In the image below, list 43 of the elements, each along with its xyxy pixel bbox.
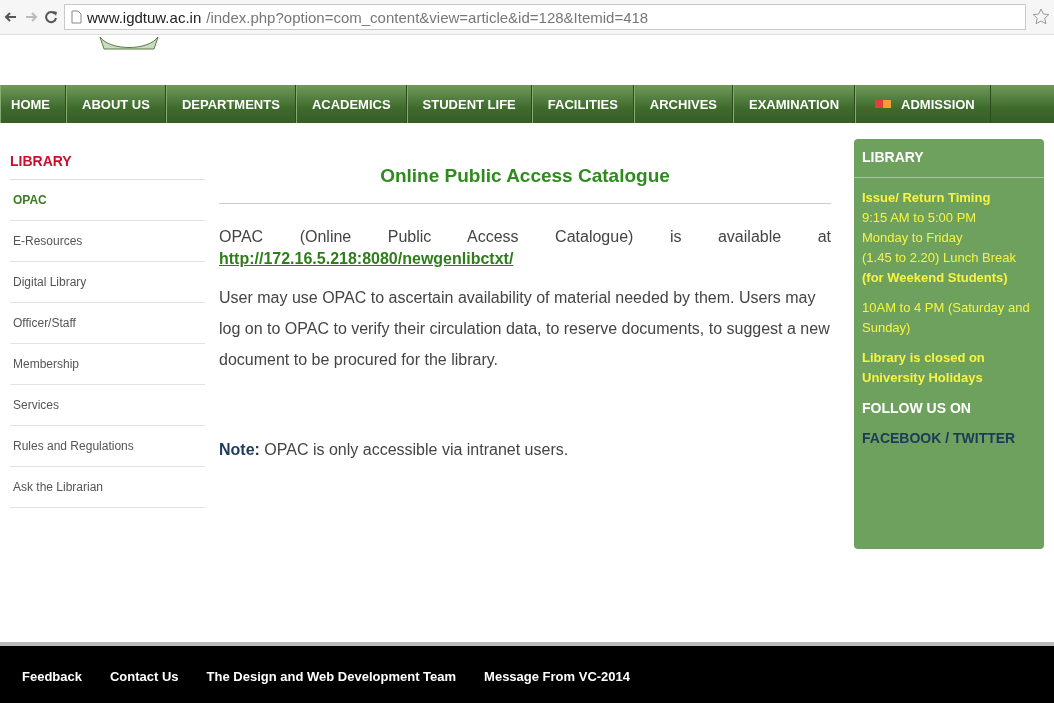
panel-text: 10AM to 4 PM (Saturday and Sunday) (862, 299, 1031, 337)
footer-link[interactable]: Contact Us (110, 669, 179, 684)
panel-text: (for Weekend Students) (862, 269, 1009, 287)
back-icon[interactable] (4, 10, 18, 24)
panel-text: (1.45 to 2.20) Lunch Break (862, 249, 1017, 267)
sidebar-link[interactable]: Digital Library (10, 262, 205, 303)
description-text: User may use OPAC to ascertain availability of material needed by them. Users may log on to OPAC to verify their circulation data, to reserve documents, to suggest a new document to be procured for the library. (219, 288, 831, 370)
sidebar-link[interactable]: Ask the Librarian (10, 467, 205, 508)
emblem-icon (98, 35, 160, 51)
availability-text: OPAC (Online Public Access Catalogue) is available at http://172.16.5.218:8080/newgenlibctxt/ (219, 227, 831, 269)
sidebar-link[interactable]: E-Resources (10, 221, 205, 262)
nav-link[interactable]: STUDENT LIFE (406, 85, 532, 123)
opac-link[interactable]: http://172.16.5.218:8080/newgenlibctxt/ (219, 250, 514, 267)
panel-text: FOLLOW US ON (862, 399, 972, 418)
address-field[interactable]: www.igdtuw.ac.in /index.php?option=com_content&view=article&id=128&Itemid=418 (64, 4, 1026, 30)
article-title: Online Public Access Catalogue (219, 165, 831, 204)
footer-link[interactable]: Message From VC-2014 (484, 669, 631, 684)
page-icon (71, 10, 82, 24)
nav-link[interactable]: FACILITIES (531, 85, 634, 123)
nav-link[interactable]: HOME (0, 85, 66, 123)
social-link[interactable]: FACEBOOK / TWITTER (862, 428, 1036, 448)
sidebar-title: LIBRARY (10, 147, 205, 180)
nav-link[interactable]: ARCHIVES (633, 85, 734, 123)
footer-link[interactable]: The Design and Web Development Team (206, 669, 457, 684)
note-text: Note: OPAC is only accessible via intranet users. (219, 441, 570, 459)
panel-text: Issue/ Return Timing (862, 189, 992, 207)
nav-link[interactable]: ABOUT US (66, 85, 166, 123)
nav-link[interactable]: ACADEMICS (295, 85, 407, 123)
panel-text: Library is closed on University Holidays (862, 349, 986, 387)
nav-link[interactable]: EXAMINATION (733, 85, 856, 123)
sidebar-link[interactable]: Membership (10, 344, 205, 385)
panel-title: LIBRARY (854, 139, 1044, 178)
star-icon[interactable] (1032, 8, 1050, 26)
sidebar-link[interactable]: Officer/Staff (10, 303, 205, 344)
sidebar-link[interactable]: Services (10, 385, 205, 426)
sidebar-link[interactable]: OPAC (10, 180, 205, 221)
panel-text: 9:15 AM to 5:00 PM (862, 209, 978, 227)
reload-icon[interactable] (44, 10, 58, 24)
sidebar-link[interactable]: Rules and Regulations (10, 426, 205, 467)
footer-link[interactable]: Feedback (22, 669, 82, 684)
panel-text: Monday to Friday (862, 229, 964, 247)
nav-link[interactable]: DEPARTMENTS (165, 85, 296, 123)
nav-link[interactable]: ADMISSION (855, 85, 991, 123)
